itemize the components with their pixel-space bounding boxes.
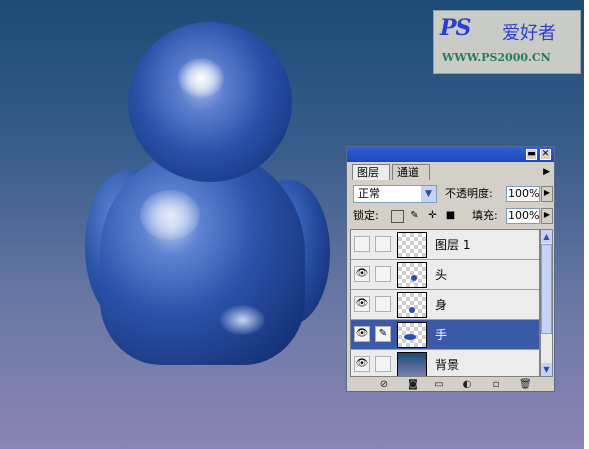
link-toggle[interactable]: [375, 296, 391, 312]
lock-pixels-icon[interactable]: ✎: [409, 210, 420, 221]
panel-bottom-bar: ⊘ ◙ ▭ ◐ ▫ 🗑: [347, 379, 554, 391]
link-layers-icon[interactable]: ⊘: [378, 379, 390, 391]
layer-name: 背景: [435, 358, 460, 372]
lock-all-icon[interactable]: ■: [445, 210, 456, 221]
layer-thumbnail: [397, 352, 427, 376]
link-toggle[interactable]: [375, 236, 391, 252]
opacity-field[interactable]: 100%: [506, 186, 540, 202]
visibility-toggle[interactable]: 👁: [354, 326, 370, 342]
figure-body-highlight: [140, 190, 200, 240]
brush-icon: ✎: [378, 328, 388, 339]
chevron-right-icon: ▶: [543, 188, 551, 197]
new-layer-icon[interactable]: ▫: [490, 379, 502, 391]
chevron-down-icon[interactable]: ▼: [421, 186, 436, 202]
chevron-down-icon: ▼: [543, 365, 550, 374]
thumb-mark: [404, 334, 416, 340]
link-toggle[interactable]: [375, 266, 391, 282]
layers-list: 图层 1 👁 头 👁 身 👁 ✎ 手 👁 背景: [350, 229, 540, 377]
opacity-label: 不透明度:: [445, 187, 493, 200]
panel-tabs: 图层 通道: [350, 164, 550, 180]
lock-label: 锁定:: [353, 209, 379, 222]
layer-row[interactable]: 👁 ✎ 手: [351, 320, 539, 350]
delete-layer-icon[interactable]: 🗑: [519, 379, 532, 391]
panel-menu-icon[interactable]: ▶: [543, 167, 550, 177]
adjustment-layer-icon[interactable]: ◐: [461, 379, 473, 391]
layer-row[interactable]: 👁 头: [351, 260, 539, 290]
chevron-up-icon: ▲: [543, 232, 550, 241]
link-toggle[interactable]: ✎: [375, 326, 391, 342]
fill-field[interactable]: 100%: [506, 208, 540, 224]
minimize-icon: ▬: [527, 149, 536, 159]
layer-style-icon[interactable]: ◙: [407, 379, 419, 391]
fill-label: 填充:: [472, 209, 498, 222]
eye-icon: 👁: [355, 358, 369, 369]
layer-thumbnail: [397, 232, 427, 258]
visibility-toggle[interactable]: 👁: [354, 356, 370, 372]
layer-thumbnail: [397, 322, 427, 348]
watermark-cn-text: 爱好者: [502, 23, 556, 44]
lock-position-icon[interactable]: ✛: [427, 210, 438, 221]
layers-scrollbar[interactable]: ▲ ▼: [540, 229, 553, 377]
scrollbar-thumb[interactable]: [541, 244, 552, 334]
layer-thumbnail: [397, 292, 427, 318]
lock-row: 锁定: ✎ ✛ ■ 填充: 100% ▶: [353, 207, 553, 225]
watermark-ps-text: PS: [440, 15, 471, 41]
blend-row: 正常 ▼ 不透明度: 100% ▶: [353, 185, 553, 203]
layer-name: 手: [435, 328, 448, 342]
panel-titlebar[interactable]: ▬ ✕: [347, 147, 554, 162]
opacity-stepper[interactable]: ▶: [541, 186, 553, 202]
figure-head: [128, 22, 292, 182]
minimize-button[interactable]: ▬: [526, 149, 537, 160]
tab-layers[interactable]: 图层: [352, 164, 390, 180]
layer-name: 图层 1: [435, 238, 471, 252]
scroll-up-button[interactable]: ▲: [541, 230, 552, 243]
layer-name: 身: [435, 298, 448, 312]
layers-panel: ▬ ✕ 图层 通道 ▶ 正常 ▼ 不透明度: 100% ▶ 锁定: ✎ ✛ ■ …: [346, 146, 555, 392]
blend-mode-select[interactable]: 正常 ▼: [353, 185, 437, 203]
scroll-down-button[interactable]: ▼: [541, 363, 552, 376]
layer-row[interactable]: 👁 背景: [351, 350, 539, 376]
layer-thumbnail: [397, 262, 427, 288]
eye-icon: 👁: [355, 268, 369, 279]
tab-channels[interactable]: 通道: [392, 164, 430, 180]
eye-icon: 👁: [355, 298, 369, 309]
fill-stepper[interactable]: ▶: [541, 208, 553, 224]
layer-row[interactable]: 👁 身: [351, 290, 539, 320]
add-mask-icon[interactable]: ▭: [433, 379, 445, 391]
visibility-toggle[interactable]: [354, 236, 370, 252]
visibility-toggle[interactable]: 👁: [354, 266, 370, 282]
close-icon: ✕: [541, 149, 550, 159]
lock-transparency-icon[interactable]: [391, 210, 404, 223]
link-toggle[interactable]: [375, 356, 391, 372]
thumb-mark: [409, 307, 415, 313]
layer-name: 头: [435, 268, 448, 282]
figure-body: [100, 150, 305, 365]
figure-lower-highlight: [220, 305, 265, 335]
thumb-mark: [411, 275, 417, 281]
msn-figure: [80, 20, 340, 365]
window-edge: [584, 0, 589, 449]
eye-icon: 👁: [355, 328, 369, 339]
close-button[interactable]: ✕: [540, 149, 551, 160]
figure-head-highlight: [178, 58, 224, 98]
watermark-logo: PS 爱好者 WWW.PS2000.CN: [433, 10, 581, 74]
chevron-right-icon: ▶: [543, 210, 551, 219]
watermark-url: WWW.PS2000.CN: [442, 51, 551, 64]
layer-row[interactable]: 图层 1: [351, 230, 539, 260]
visibility-toggle[interactable]: 👁: [354, 296, 370, 312]
